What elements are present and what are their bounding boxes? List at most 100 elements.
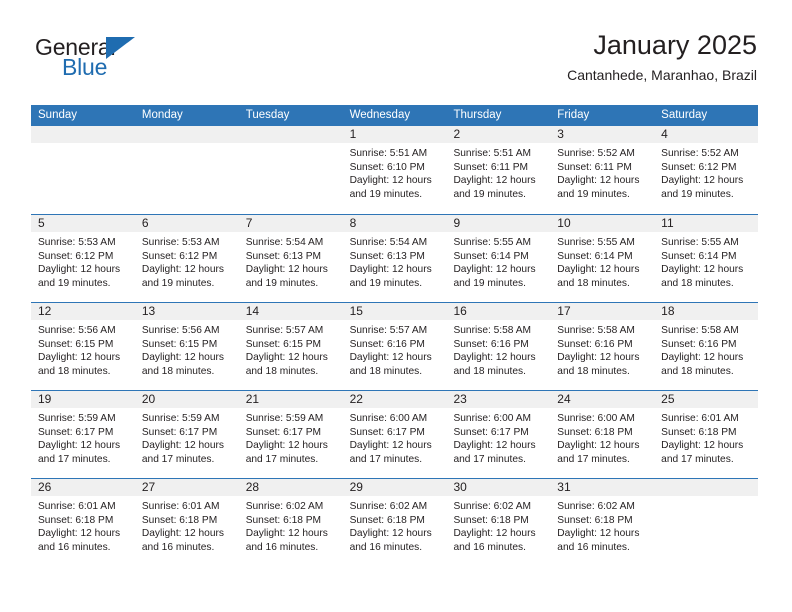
day-cell[interactable]: 30 Sunrise: 6:02 AM Sunset: 6:18 PM Dayl…: [446, 479, 551, 566]
day-info: Sunrise: 5:54 AM Sunset: 6:13 PM Dayligh…: [343, 232, 447, 290]
day-cell[interactable]: 4 Sunrise: 5:52 AM Sunset: 6:12 PM Dayli…: [654, 126, 759, 214]
sunrise-text: Sunrise: 5:58 AM: [453, 325, 532, 336]
day-info: Sunrise: 6:00 AM Sunset: 6:18 PM Dayligh…: [550, 408, 654, 466]
day-cell[interactable]: 5 Sunrise: 5:53 AM Sunset: 6:12 PM Dayli…: [31, 215, 135, 302]
day-cell[interactable]: 2 Sunrise: 5:51 AM Sunset: 6:11 PM Dayli…: [446, 126, 551, 214]
sunrise-text: Sunrise: 5:55 AM: [661, 237, 739, 248]
daylight-text-line2: and 18 minutes.: [245, 365, 319, 377]
day-cell[interactable]: 11 Sunrise: 5:55 AM Sunset: 6:14 PM Dayl…: [654, 215, 759, 302]
daylight-text-line2: and 19 minutes.: [141, 277, 215, 289]
day-number: 16: [446, 303, 551, 320]
weekday-header-friday: Friday: [557, 109, 590, 121]
daylight-text-line2: and 18 minutes.: [557, 277, 630, 289]
sunset-text: Sunset: 6:18 PM: [661, 426, 737, 438]
daylight-text-line1: Daylight: 12 hours: [557, 264, 640, 276]
day-number: 24: [550, 391, 655, 408]
sunset-text: Sunset: 6:16 PM: [661, 338, 737, 350]
day-cell[interactable]: 8 Sunrise: 5:54 AM Sunset: 6:13 PM Dayli…: [342, 215, 447, 302]
day-cell[interactable]: 28 Sunrise: 6:02 AM Sunset: 6:18 PM Dayl…: [238, 479, 343, 566]
day-number: 31: [550, 479, 655, 496]
day-info: Sunrise: 6:02 AM Sunset: 6:18 PM Dayligh…: [239, 496, 343, 554]
day-info: Sunrise: 6:01 AM Sunset: 6:18 PM Dayligh…: [31, 496, 135, 554]
day-cell[interactable]: 25 Sunrise: 6:01 AM Sunset: 6:18 PM Dayl…: [654, 391, 759, 478]
day-cell[interactable]: 12 Sunrise: 5:56 AM Sunset: 6:15 PM Dayl…: [31, 303, 135, 390]
daylight-text-line1: Daylight: 12 hours: [349, 352, 432, 364]
sunset-text: Sunset: 6:14 PM: [453, 250, 529, 262]
day-number: [238, 126, 343, 143]
day-cell[interactable]: 27 Sunrise: 6:01 AM Sunset: 6:18 PM Dayl…: [134, 479, 239, 566]
daylight-text-line2: and 16 minutes.: [141, 541, 215, 553]
day-number: 14: [238, 303, 343, 320]
day-number: 21: [238, 391, 343, 408]
sunrise-text: Sunrise: 5:54 AM: [349, 237, 428, 248]
day-cell[interactable]: 13 Sunrise: 5:56 AM Sunset: 6:15 PM Dayl…: [134, 303, 239, 390]
sunrise-text: Sunrise: 5:56 AM: [141, 325, 220, 336]
sunrise-text: Sunrise: 5:53 AM: [141, 237, 220, 248]
daylight-text-line2: and 19 minutes.: [349, 277, 423, 289]
day-cell[interactable]: 19 Sunrise: 5:59 AM Sunset: 6:17 PM Dayl…: [31, 391, 135, 478]
daylight-text-line1: Daylight: 12 hours: [661, 352, 744, 364]
day-cell[interactable]: 21 Sunrise: 5:59 AM Sunset: 6:17 PM Dayl…: [238, 391, 343, 478]
daylight-text-line2: and 17 minutes.: [141, 453, 215, 465]
day-cell[interactable]: 1 Sunrise: 5:51 AM Sunset: 6:10 PM Dayli…: [342, 126, 447, 214]
day-cell[interactable]: 26 Sunrise: 6:01 AM Sunset: 6:18 PM Dayl…: [31, 479, 135, 566]
day-number: 13: [134, 303, 239, 320]
daylight-text-line1: Daylight: 12 hours: [453, 264, 536, 276]
day-info: [135, 143, 239, 147]
day-cell[interactable]: 17 Sunrise: 5:58 AM Sunset: 6:16 PM Dayl…: [550, 303, 655, 390]
day-number: 19: [31, 391, 135, 408]
title-block: January 2025 Cantanhede, Maranhao, Brazi…: [567, 28, 757, 85]
day-number: 15: [342, 303, 447, 320]
sunset-text: Sunset: 6:16 PM: [557, 338, 633, 350]
calendar-page: General Blue January 2025 Cantanhede, Ma…: [0, 0, 792, 612]
day-info: Sunrise: 5:58 AM Sunset: 6:16 PM Dayligh…: [654, 320, 758, 378]
sunrise-text: Sunrise: 6:01 AM: [141, 501, 220, 512]
week-row: 5 Sunrise: 5:53 AM Sunset: 6:12 PM Dayli…: [31, 214, 759, 302]
day-info: Sunrise: 6:01 AM Sunset: 6:18 PM Dayligh…: [135, 496, 239, 554]
day-cell[interactable]: 20 Sunrise: 5:59 AM Sunset: 6:17 PM Dayl…: [134, 391, 239, 478]
day-cell[interactable]: 7 Sunrise: 5:54 AM Sunset: 6:13 PM Dayli…: [238, 215, 343, 302]
day-cell[interactable]: 16 Sunrise: 5:58 AM Sunset: 6:16 PM Dayl…: [446, 303, 551, 390]
day-cell[interactable]: [654, 479, 759, 566]
sunset-text: Sunset: 6:18 PM: [557, 514, 633, 526]
daylight-text-line2: and 18 minutes.: [453, 365, 526, 377]
sunrise-text: Sunrise: 5:55 AM: [453, 237, 532, 248]
daylight-text-line1: Daylight: 12 hours: [557, 352, 640, 364]
day-number: 8: [342, 215, 447, 232]
day-cell[interactable]: 24 Sunrise: 6:00 AM Sunset: 6:18 PM Dayl…: [550, 391, 655, 478]
daylight-text-line2: and 18 minutes.: [661, 365, 734, 377]
day-cell[interactable]: 18 Sunrise: 5:58 AM Sunset: 6:16 PM Dayl…: [654, 303, 759, 390]
sunrise-text: Sunrise: 5:59 AM: [141, 413, 220, 424]
day-info: Sunrise: 5:55 AM Sunset: 6:14 PM Dayligh…: [446, 232, 550, 290]
day-cell[interactable]: 14 Sunrise: 5:57 AM Sunset: 6:15 PM Dayl…: [238, 303, 343, 390]
day-cell[interactable]: 22 Sunrise: 6:00 AM Sunset: 6:17 PM Dayl…: [342, 391, 447, 478]
sunrise-text: Sunrise: 5:58 AM: [661, 325, 739, 336]
day-cell[interactable]: [31, 126, 135, 214]
day-cell[interactable]: 6 Sunrise: 5:53 AM Sunset: 6:12 PM Dayli…: [134, 215, 239, 302]
day-cell[interactable]: 29 Sunrise: 6:02 AM Sunset: 6:18 PM Dayl…: [342, 479, 447, 566]
day-cell[interactable]: 23 Sunrise: 6:00 AM Sunset: 6:17 PM Dayl…: [446, 391, 551, 478]
daylight-text-line2: and 19 minutes.: [661, 188, 734, 200]
day-number: 7: [238, 215, 343, 232]
daylight-text-line2: and 17 minutes.: [38, 453, 111, 465]
day-number: 18: [654, 303, 759, 320]
daylight-text-line2: and 18 minutes.: [661, 277, 734, 289]
sunrise-text: Sunrise: 5:57 AM: [245, 325, 324, 336]
day-cell[interactable]: 9 Sunrise: 5:55 AM Sunset: 6:14 PM Dayli…: [446, 215, 551, 302]
day-cell[interactable]: 31 Sunrise: 6:02 AM Sunset: 6:18 PM Dayl…: [550, 479, 655, 566]
day-cell[interactable]: 15 Sunrise: 5:57 AM Sunset: 6:16 PM Dayl…: [342, 303, 447, 390]
sunset-text: Sunset: 6:11 PM: [453, 161, 528, 173]
daylight-text-line1: Daylight: 12 hours: [141, 352, 224, 364]
daylight-text-line2: and 16 minutes.: [453, 541, 526, 553]
day-cell[interactable]: [238, 126, 343, 214]
sunrise-text: Sunrise: 5:52 AM: [557, 148, 635, 159]
daylight-text-line1: Daylight: 12 hours: [349, 440, 432, 452]
day-cell[interactable]: 10 Sunrise: 5:55 AM Sunset: 6:14 PM Dayl…: [550, 215, 655, 302]
day-cell[interactable]: 3 Sunrise: 5:52 AM Sunset: 6:11 PM Dayli…: [550, 126, 655, 214]
weekday-header-sunday: Sunday: [38, 109, 78, 121]
sunset-text: Sunset: 6:12 PM: [38, 250, 114, 262]
sunrise-text: Sunrise: 6:02 AM: [453, 501, 532, 512]
day-cell[interactable]: [134, 126, 239, 214]
sunrise-text: Sunrise: 5:59 AM: [38, 413, 116, 424]
sunrise-text: Sunrise: 5:57 AM: [349, 325, 428, 336]
